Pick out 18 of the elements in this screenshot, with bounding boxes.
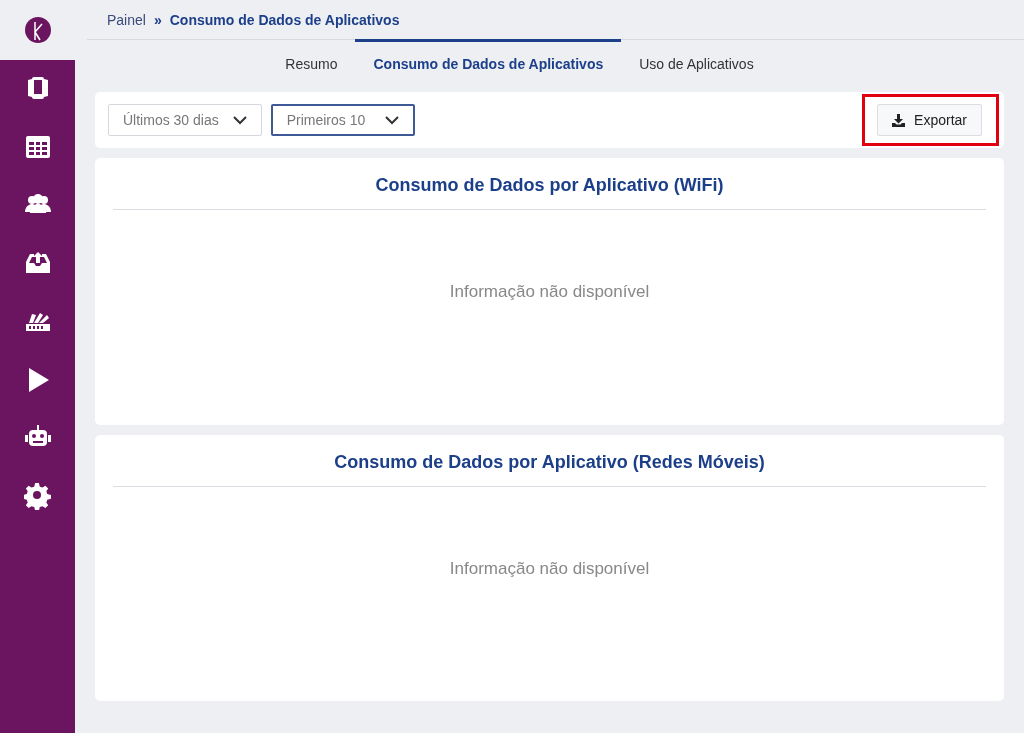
tab[interactable]: Consumo de Dados de Aplicativos <box>355 39 622 85</box>
tab[interactable]: Uso de Aplicativos <box>621 39 772 85</box>
export-button[interactable]: Exportar <box>877 104 982 136</box>
tab[interactable]: Resumo <box>267 39 356 85</box>
download-icon <box>892 113 906 127</box>
breadcrumb-separator: » <box>153 11 162 28</box>
chevron-down-icon <box>232 115 247 125</box>
breadcrumb-current: Consumo de Dados de Aplicativos <box>169 11 400 28</box>
breadcrumb-link[interactable]: Painel <box>107 11 146 28</box>
filter-dropdown[interactable]: Últimos 30 dias <box>108 104 262 136</box>
gear-icon[interactable] <box>23 482 52 510</box>
logo-icon[interactable] <box>23 16 52 44</box>
filter-dropdown[interactable]: Primeiros 10 <box>270 104 415 136</box>
panel-title: Consumo de Dados por Aplicativo (Redes Móveis) <box>113 434 986 487</box>
empty-message: Informação não disponível <box>449 282 650 303</box>
chevron-down-icon <box>384 115 399 125</box>
panel-title: Consumo de Dados por Aplicativo (WiFi) <box>113 158 986 210</box>
empty-message: Informação não disponível <box>449 558 650 579</box>
